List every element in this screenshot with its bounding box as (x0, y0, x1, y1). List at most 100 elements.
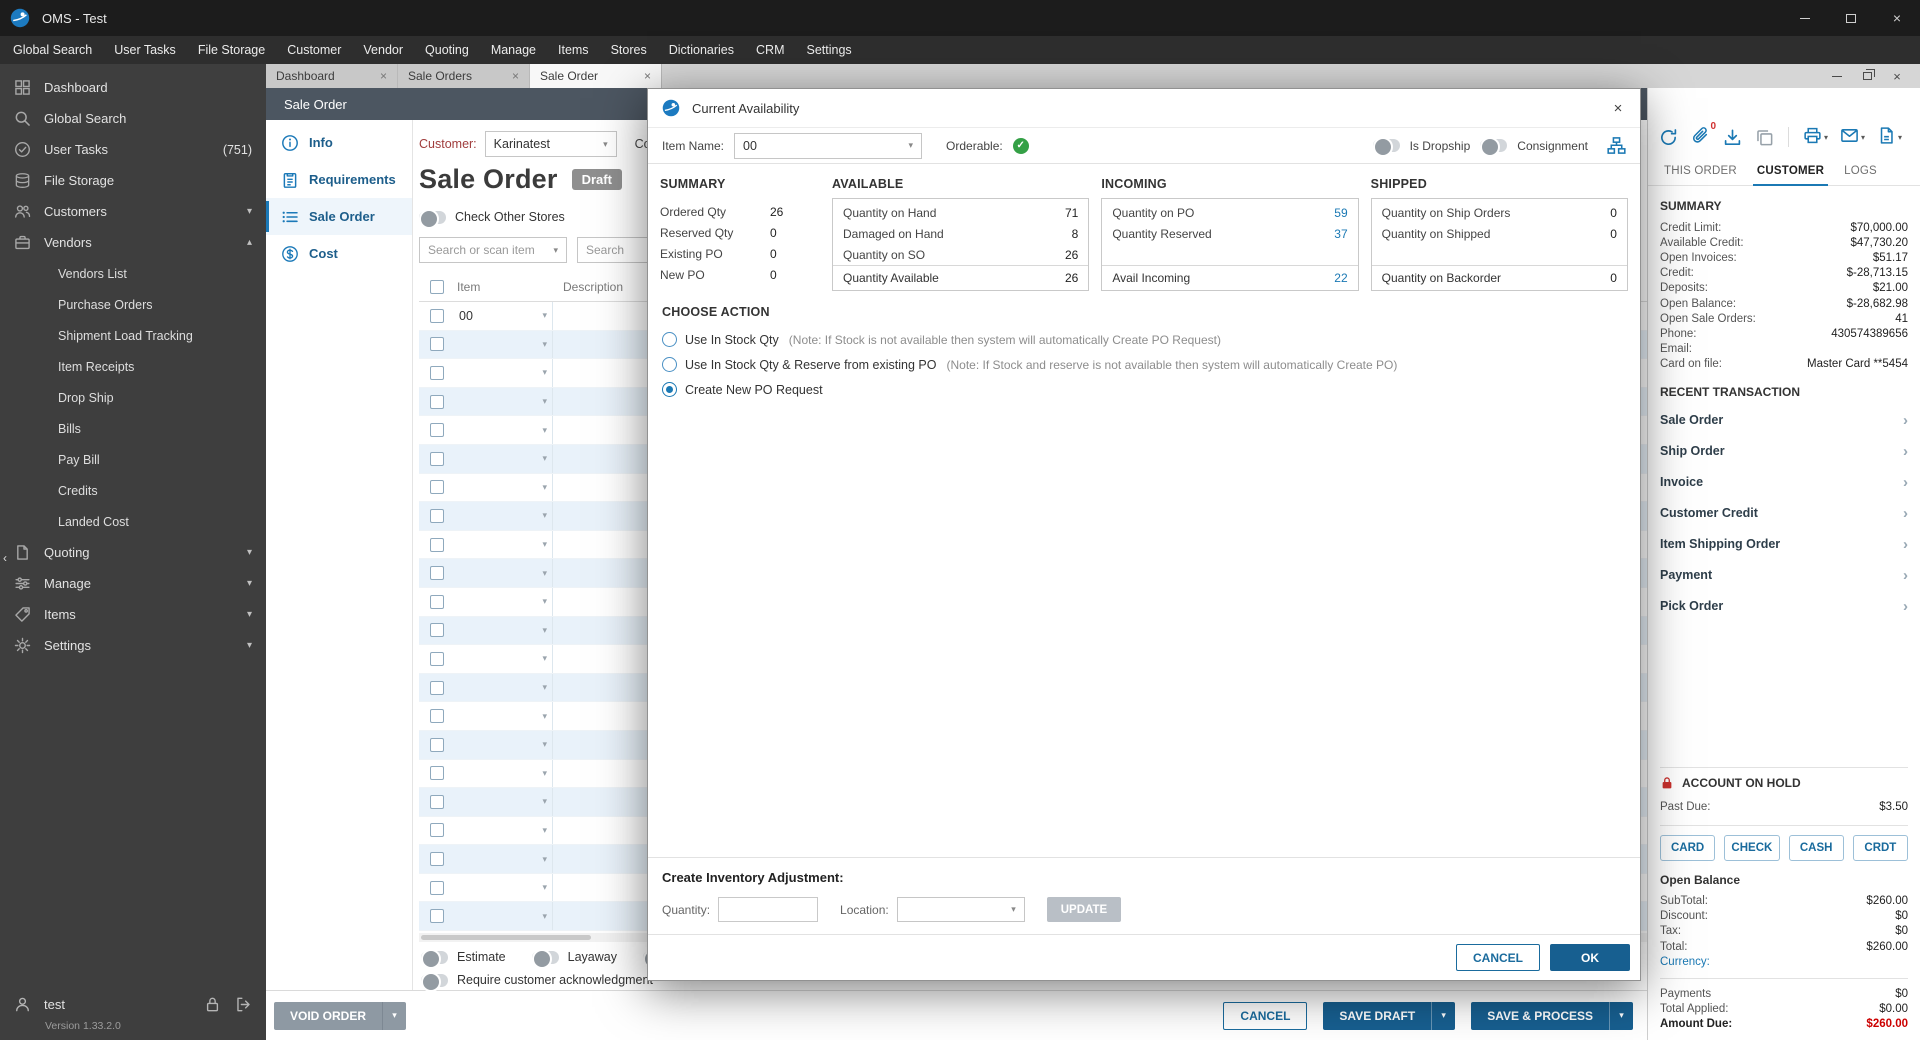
refresh-icon[interactable] (1658, 127, 1678, 147)
document-tab[interactable]: Dashboard × (266, 64, 398, 88)
save-draft-button[interactable]: SAVE DRAFT ▾ (1323, 1001, 1456, 1030)
transaction-link[interactable]: Item Shipping Order › (1660, 529, 1908, 560)
row-checkbox[interactable] (430, 623, 444, 638)
sidebar-item[interactable]: Quoting ▾ (0, 537, 266, 568)
sidebar-item[interactable]: Purchase Orders (0, 289, 266, 320)
transaction-link[interactable]: Ship Order › (1660, 436, 1908, 467)
radio-icon[interactable] (662, 357, 677, 372)
minimize-button[interactable] (1782, 0, 1828, 36)
row-checkbox[interactable] (430, 394, 444, 409)
sidebar-item[interactable]: Global Search (0, 103, 266, 134)
subnav-item[interactable]: Info (266, 124, 412, 161)
menu-item[interactable]: Manage (480, 36, 547, 64)
row-checkbox[interactable] (430, 308, 444, 323)
chevron-down-icon[interactable]: ▾ (542, 396, 547, 407)
menu-item[interactable]: Stores (600, 36, 658, 64)
chevron-down-icon[interactable]: ▾ (542, 568, 547, 579)
sidebar-collapse-icon[interactable]: ‹ (0, 544, 10, 572)
payment-method-button[interactable]: CARD (1660, 834, 1716, 861)
menu-item[interactable]: Settings (795, 36, 862, 64)
row-checkbox[interactable] (430, 594, 444, 609)
transaction-link[interactable]: Invoice › (1660, 467, 1908, 498)
logout-icon[interactable] (235, 996, 252, 1013)
transaction-link[interactable]: Customer Credit › (1660, 498, 1908, 529)
dialog-close-button[interactable]: × (1596, 89, 1640, 127)
item-name-select[interactable]: 00 ▾ (734, 132, 923, 159)
chevron-down-icon[interactable]: ▾ (542, 768, 547, 779)
chevron-down-icon[interactable]: ▾ (553, 245, 558, 256)
chevron-down-icon[interactable]: ▾ (542, 482, 547, 493)
row-checkbox[interactable] (430, 852, 444, 867)
action-radio-option[interactable]: Create New PO Request (662, 377, 1626, 402)
menu-item[interactable]: CRM (745, 36, 795, 64)
scrollbar-thumb[interactable] (421, 935, 591, 941)
row-checkbox[interactable] (430, 680, 444, 695)
sidebar-item[interactable]: User Tasks (751) (0, 134, 266, 165)
is-dropship-toggle[interactable] (1372, 137, 1400, 157)
radio-icon[interactable] (662, 382, 677, 397)
chevron-down-icon[interactable]: ▾ (542, 510, 547, 521)
subnav-item[interactable]: Sale Order (266, 198, 412, 235)
chevron-down-icon[interactable]: ▾ (542, 796, 547, 807)
chevron-down-icon[interactable]: ▾ (542, 682, 547, 693)
toggle-switch[interactable] (531, 948, 559, 969)
sidebar-item[interactable]: Customers ▾ (0, 196, 266, 227)
tab-close-icon[interactable]: × (368, 69, 387, 83)
sidebar-item[interactable]: Dashboard (0, 72, 266, 103)
export-button[interactable]: ▾ (1877, 126, 1902, 148)
panel-tab[interactable]: CUSTOMER (1747, 156, 1834, 186)
sidebar-item[interactable]: Pay Bill (0, 444, 266, 475)
sidebar-item[interactable]: Shipment Load Tracking (0, 320, 266, 351)
item-search-combo[interactable]: ▾ (419, 237, 567, 263)
close-button[interactable]: × (1874, 0, 1920, 36)
subnav-item[interactable]: Requirements (266, 161, 412, 198)
chevron-down-icon[interactable]: ▾ (542, 739, 547, 750)
transaction-link[interactable]: Pick Order › (1660, 591, 1908, 622)
check-other-stores-toggle[interactable] (419, 208, 446, 229)
tab-close-icon[interactable]: × (632, 69, 651, 83)
action-radio-option[interactable]: Use In Stock Qty & Reserve from existing… (662, 352, 1626, 377)
payment-method-button[interactable]: CHECK (1724, 834, 1780, 861)
maximize-button[interactable] (1828, 0, 1874, 36)
row-checkbox[interactable] (430, 909, 444, 924)
chevron-down-icon[interactable]: ▾ (542, 367, 547, 378)
sidebar-item[interactable]: Settings ▾ (0, 630, 266, 661)
void-order-button[interactable]: VOID ORDER ▾ (274, 1001, 407, 1030)
sidebar-item[interactable]: File Storage (0, 165, 266, 196)
row-checkbox[interactable] (430, 480, 444, 495)
dialog-ok-button[interactable]: OK (1550, 944, 1630, 971)
location-select[interactable]: ▾ (896, 897, 1025, 922)
sidebar-item[interactable]: Vendors List (0, 258, 266, 289)
row-checkbox[interactable] (430, 508, 444, 523)
quantity-row[interactable]: Quantity Reserved 37 (1102, 223, 1357, 244)
row-checkbox[interactable] (430, 337, 444, 352)
menu-item[interactable]: Global Search (2, 36, 103, 64)
item-search-input[interactable] (428, 243, 548, 257)
row-checkbox[interactable] (430, 823, 444, 838)
save-process-button[interactable]: SAVE & PROCESS ▾ (1471, 1001, 1633, 1030)
row-checkbox[interactable] (430, 766, 444, 781)
attachment-icon[interactable]: 0 (1690, 121, 1716, 147)
mdi-restore-button[interactable] (1852, 64, 1882, 88)
payment-method-button[interactable]: CRDT (1852, 834, 1908, 861)
chevron-down-icon[interactable]: ▾ (542, 339, 547, 350)
row-checkbox[interactable] (430, 880, 444, 895)
order-type-toggle[interactable]: Estimate (421, 948, 506, 969)
row-checkbox[interactable] (430, 794, 444, 809)
email-button[interactable]: ▾ (1840, 126, 1865, 148)
chevron-down-icon[interactable]: ▾ (542, 625, 547, 636)
chevron-down-icon[interactable]: ▾ (542, 653, 547, 664)
sidebar-item[interactable]: Item Receipts (0, 351, 266, 382)
mdi-minimize-button[interactable] (1822, 64, 1852, 88)
download-icon[interactable] (1722, 127, 1742, 147)
panel-tab[interactable]: THIS ORDER (1654, 156, 1747, 185)
panel-tab[interactable]: LOGS (1834, 156, 1887, 185)
quantity-row[interactable]: Quantity on PO 59 (1102, 202, 1357, 223)
sidebar-item[interactable]: Landed Cost (0, 506, 266, 537)
chevron-down-icon[interactable]: ▾ (542, 825, 547, 836)
customer-select[interactable]: Karinatest ▾ (484, 131, 617, 157)
save-draft-dropdown[interactable]: ▾ (1431, 1001, 1455, 1030)
payment-method-button[interactable]: CASH (1788, 834, 1844, 861)
chevron-down-icon[interactable]: ▾ (542, 539, 547, 550)
transaction-link[interactable]: Sale Order › (1660, 405, 1908, 436)
